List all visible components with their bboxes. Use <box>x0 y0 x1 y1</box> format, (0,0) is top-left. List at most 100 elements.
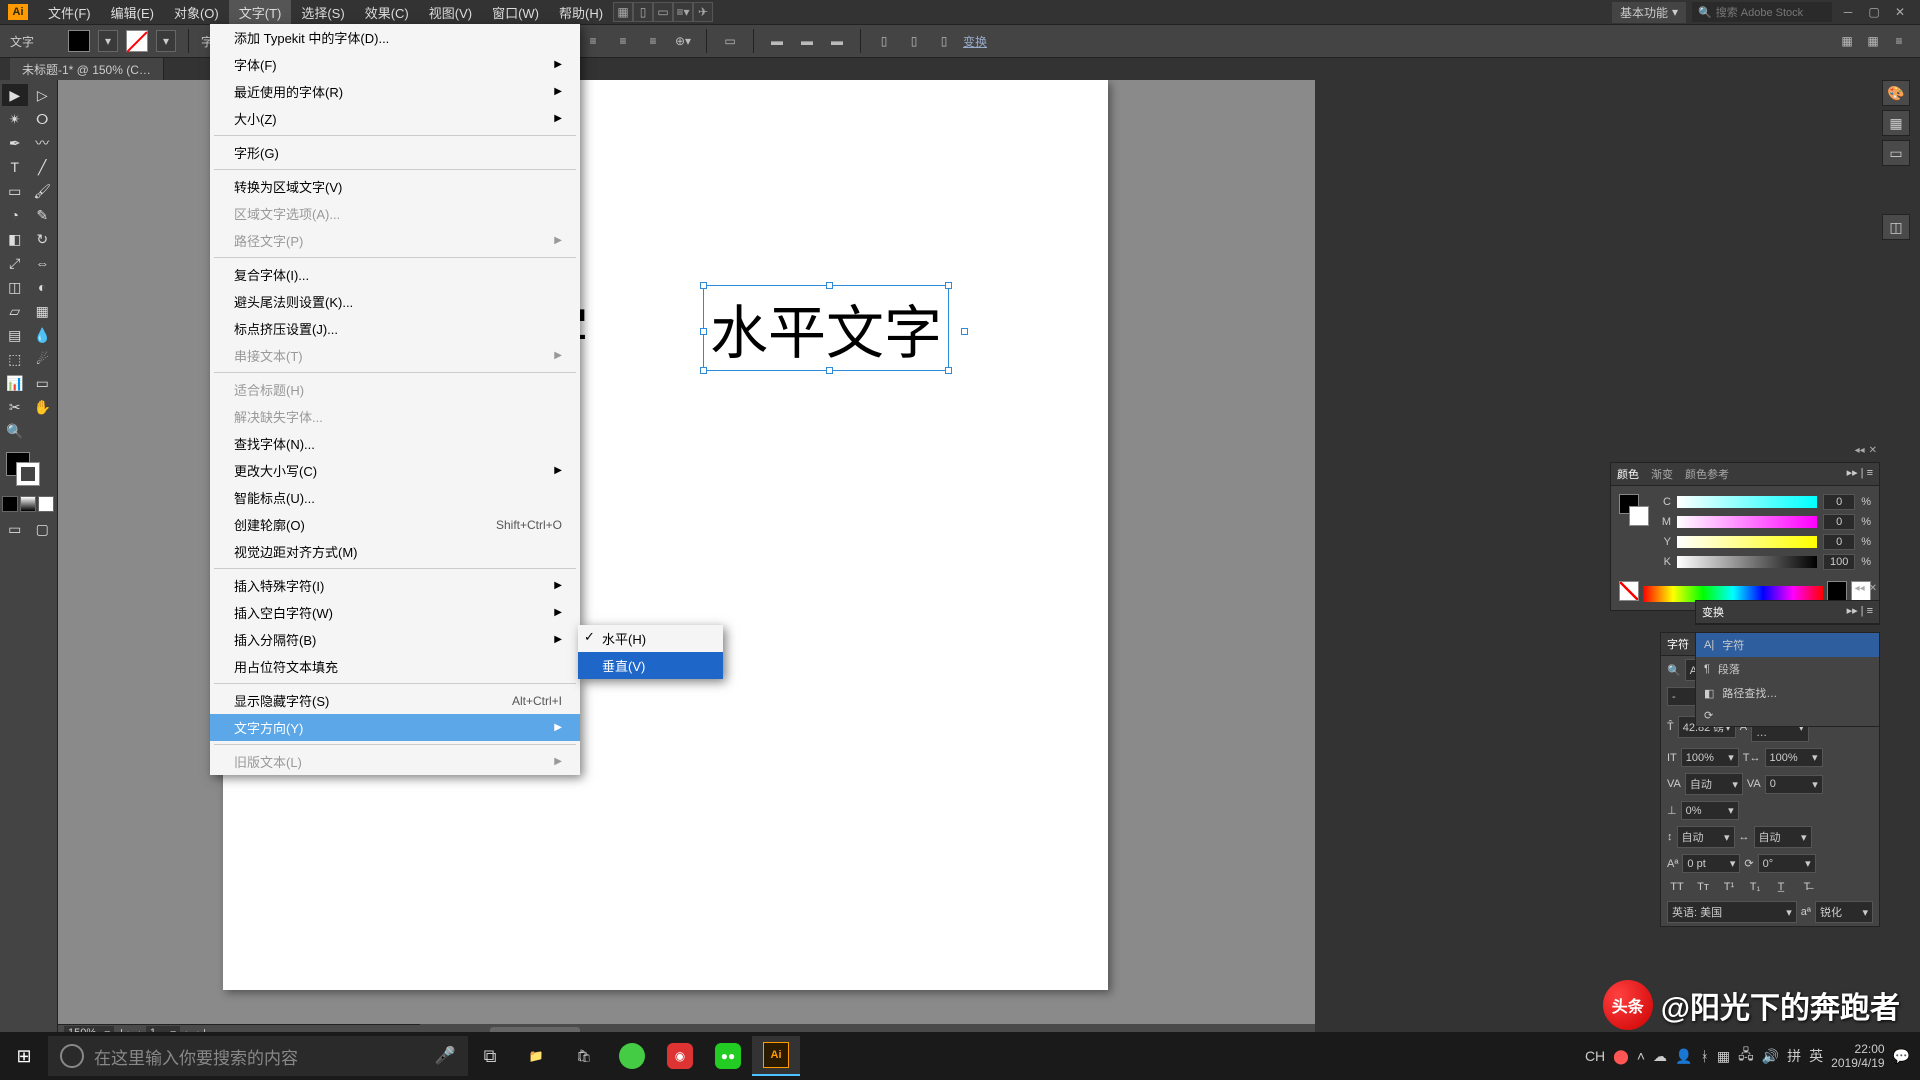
tray-input-icon[interactable]: ▦ <box>1717 1048 1730 1065</box>
language-field[interactable]: 英语: 美国▾ <box>1667 901 1797 923</box>
shape-tool[interactable]: ◐ <box>30 276 56 298</box>
panel-menu-icon[interactable]: ▸▸ | ≡ <box>1847 604 1873 620</box>
mesh-tool[interactable]: ▦ <box>30 300 56 322</box>
gradient-tool[interactable]: ▤ <box>2 324 28 346</box>
workspace-switcher[interactable]: 基本功能▾ <box>1612 2 1686 23</box>
adobe-stock-search[interactable]: 🔍 搜索 Adobe Stock <box>1692 2 1832 22</box>
align-center-icon[interactable]: ≡ <box>612 30 634 52</box>
selection-tool[interactable]: ▶ <box>2 84 28 106</box>
tray-network-icon[interactable]: 🖧 <box>1738 1044 1754 1068</box>
tray-app-red[interactable]: ⬤ <box>1613 1048 1629 1065</box>
menu-type[interactable]: 文字(T) <box>229 0 292 25</box>
tray-onedrive-icon[interactable]: ☁ <box>1653 1048 1667 1065</box>
menu-item[interactable]: 智能标点(U)... <box>210 484 580 511</box>
magenta-slider[interactable] <box>1677 516 1817 528</box>
taskbar-explorer[interactable]: 📁 <box>512 1036 560 1076</box>
menu-item[interactable]: 复合字体(I)... <box>210 261 580 288</box>
submenu-item[interactable]: 水平(H) <box>578 625 723 652</box>
allcaps-icon[interactable]: TT <box>1669 880 1685 894</box>
tray-ime3[interactable]: 英 <box>1809 1046 1823 1066</box>
cortana-icon[interactable] <box>60 1044 84 1068</box>
hand-tool[interactable]: ✋ <box>30 396 56 418</box>
cyan-slider[interactable] <box>1677 496 1817 508</box>
menu-item[interactable]: 大小(Z)▶ <box>210 105 580 132</box>
type-tool[interactable]: T <box>2 156 28 178</box>
slice-tool[interactable]: ✂ <box>2 396 28 418</box>
perspective-tool[interactable]: ▱ <box>2 300 28 322</box>
menu-item[interactable]: 显示隐藏字符(S)Alt+Ctrl+I <box>210 687 580 714</box>
dock-swatches-icon[interactable]: ▦ <box>1882 110 1910 136</box>
brush-tool[interactable]: 🖌 <box>30 180 56 202</box>
menu-item[interactable]: 标点挤压设置(J)... <box>210 315 580 342</box>
menu-edit[interactable]: 编辑(E) <box>101 0 164 25</box>
tray-people-icon[interactable]: 👤 <box>1675 1048 1692 1065</box>
pt-field[interactable]: 0 pt▾ <box>1682 854 1740 873</box>
none-color[interactable] <box>1619 581 1639 601</box>
dist-3[interactable]: ▯ <box>933 30 955 52</box>
menu-extra-4[interactable]: ≡▾ <box>673 2 693 22</box>
tab-transform[interactable]: 变换 <box>1702 604 1724 620</box>
eraser-tool[interactable]: ◧ <box>2 228 28 250</box>
black-value[interactable]: 100 <box>1823 554 1855 570</box>
stroke-preview[interactable] <box>1629 506 1649 526</box>
dock-layers-icon[interactable]: ◫ <box>1882 214 1910 240</box>
align-left-icon[interactable]: ≡ <box>582 30 604 52</box>
taskbar-search[interactable]: 在这里输入你要搜索的内容 🎤 <box>48 1036 468 1076</box>
shape-builder-tool[interactable]: ◔ <box>2 204 28 226</box>
scale-tool[interactable]: ⤢ <box>2 252 28 274</box>
submenu-item[interactable]: 垂直(V) <box>578 652 723 679</box>
vscale-field[interactable]: 100%▾ <box>1681 748 1739 767</box>
fill-stroke-indicator[interactable] <box>2 452 55 492</box>
panel-setup-icon[interactable]: ▦ <box>1836 30 1858 52</box>
start-button[interactable]: ⊞ <box>0 1036 48 1076</box>
menu-item[interactable]: 字体(F)▶ <box>210 51 580 78</box>
tab-gradient[interactable]: 渐变 <box>1651 466 1673 482</box>
menu-item[interactable]: 字形(G) <box>210 139 580 166</box>
taskbar-wechat[interactable]: ●● <box>704 1036 752 1076</box>
hscale-field[interactable]: 100%▾ <box>1765 748 1823 767</box>
rotate-field[interactable]: 0°▾ <box>1758 854 1816 873</box>
stroke-dropdown[interactable]: ▾ <box>156 30 176 52</box>
eyedropper-tool[interactable]: 💧 <box>30 324 56 346</box>
smallcaps-icon[interactable]: Tт <box>1695 880 1711 894</box>
tab-color[interactable]: 颜色 <box>1617 466 1639 482</box>
menu-select[interactable]: 选择(S) <box>291 0 354 25</box>
mode-tool[interactable] <box>30 420 56 442</box>
task-view-icon[interactable]: ⧉ <box>468 1036 512 1076</box>
transform-link[interactable]: 变换 <box>963 33 987 50</box>
symbol-tool[interactable]: ☄ <box>30 348 56 370</box>
menu-file[interactable]: 文件(F) <box>38 0 101 25</box>
dock-color-icon[interactable]: 🎨 <box>1882 80 1910 106</box>
collapse-icon[interactable]: ◂◂ <box>1855 445 1865 456</box>
pen-tool[interactable]: ✒ <box>2 132 28 154</box>
rectangle-tool[interactable]: ▭ <box>2 180 28 202</box>
pencil-tool[interactable]: ✎ <box>30 204 56 226</box>
tray-up-icon[interactable]: ˄ <box>1637 1048 1645 1064</box>
menu-help[interactable]: 帮助(H) <box>549 0 613 25</box>
menu-item[interactable]: 插入分隔符(B)▶ <box>210 626 580 653</box>
kerning-field[interactable]: 自动▾ <box>1685 773 1743 795</box>
blend-tool[interactable]: ⬚ <box>2 348 28 370</box>
subscript-icon[interactable]: T₁ <box>1747 880 1763 894</box>
antialias-field[interactable]: 锐化▾ <box>1815 901 1873 923</box>
menu-item[interactable]: 用占位符文本填充 <box>210 653 580 680</box>
yellow-slider[interactable] <box>1677 536 1817 548</box>
magic-wand-tool[interactable]: ✴ <box>2 108 28 130</box>
v-align-3[interactable]: ▬ <box>826 30 848 52</box>
mic-icon[interactable]: 🎤 <box>435 1046 456 1066</box>
menu-effect[interactable]: 效果(C) <box>355 0 419 25</box>
rotate-tool[interactable]: ↻ <box>30 228 56 250</box>
align-right-icon[interactable]: ≡ <box>642 30 664 52</box>
menu-window[interactable]: 窗口(W) <box>482 0 549 25</box>
v-align-1[interactable]: ▬ <box>766 30 788 52</box>
menu-item[interactable]: 插入特殊字符(I)▶ <box>210 572 580 599</box>
tray-ime[interactable]: CH <box>1585 1048 1605 1064</box>
menu-item[interactable]: 创建轮廓(O)Shift+Ctrl+O <box>210 511 580 538</box>
screen-mode-2[interactable]: ▢ <box>30 518 56 540</box>
close-icon[interactable]: ✕ <box>1869 445 1877 456</box>
panel-menu-icon[interactable]: ≡ <box>1888 30 1910 52</box>
menu-extra-5[interactable]: ✈ <box>693 2 713 22</box>
tray-ime2[interactable]: 拼 <box>1787 1046 1801 1066</box>
maximize-button[interactable]: ▢ <box>1864 4 1884 20</box>
tray-volume-icon[interactable]: 🔊 <box>1762 1048 1779 1065</box>
